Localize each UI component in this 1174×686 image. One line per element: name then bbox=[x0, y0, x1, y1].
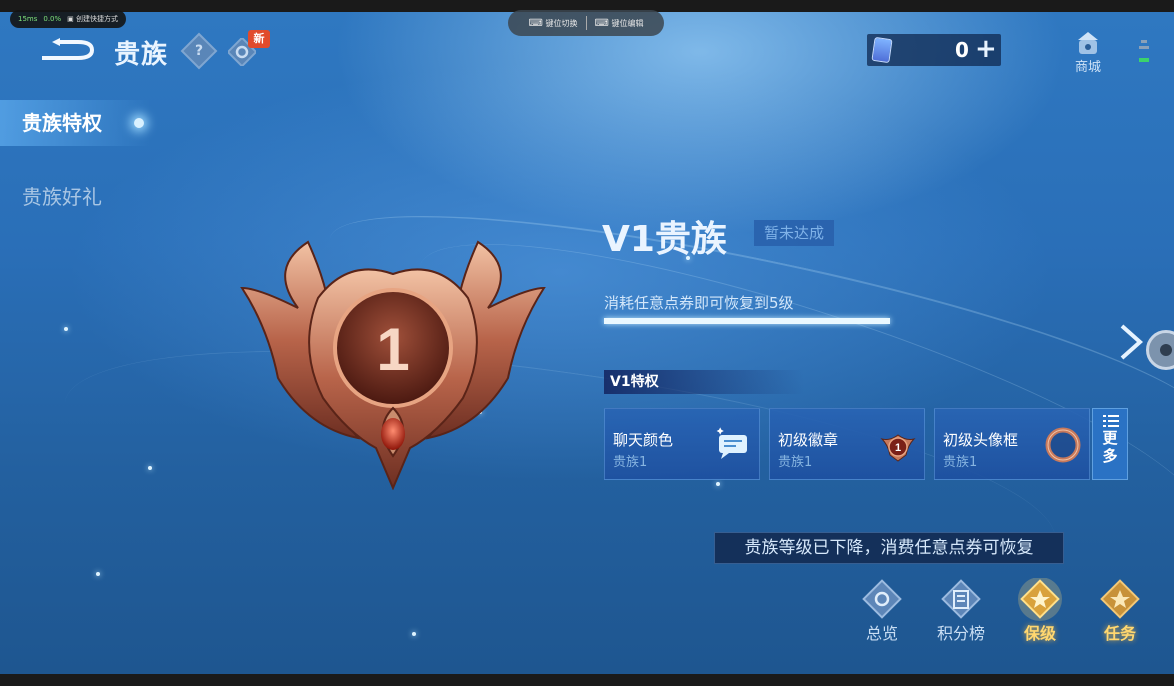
keymap-edit-button[interactable]: ⌨ 键位编辑 bbox=[595, 18, 644, 29]
shop-label: 商城 bbox=[1074, 60, 1101, 75]
chat-bubble-icon bbox=[716, 427, 747, 459]
coupon-value: 0 bbox=[955, 38, 969, 62]
retain-level-icon bbox=[1018, 578, 1062, 621]
shop-button[interactable]: 商城 bbox=[1068, 30, 1108, 75]
card-title: 聊天颜色 bbox=[613, 431, 674, 449]
keymap-edit-label: 键位编辑 bbox=[611, 18, 644, 28]
card-subtitle: 贵族1 bbox=[613, 455, 648, 470]
gamepad-icon: ⌨ bbox=[594, 17, 609, 29]
page-title: 贵族 bbox=[114, 40, 169, 70]
more-label-1: 更 bbox=[1102, 429, 1118, 447]
privilege-card-badge[interactable]: 初级徽章 贵族1 1 bbox=[769, 408, 925, 480]
shop-icon bbox=[1078, 32, 1098, 54]
game-stage bbox=[0, 12, 1174, 674]
card-title: 初级徽章 bbox=[778, 431, 839, 449]
question-icon: ? bbox=[194, 43, 204, 59]
shortcut-link[interactable]: ▣ 创建快捷方式 bbox=[67, 14, 118, 24]
ping-value: 15ms bbox=[18, 15, 38, 23]
privilege-card-avatar-frame[interactable]: 初级头像框 贵族1 bbox=[934, 408, 1090, 480]
sparkle bbox=[148, 466, 152, 470]
sparkle bbox=[716, 482, 720, 486]
nav-tasks-label: 任务 bbox=[1103, 624, 1136, 643]
overview-icon bbox=[862, 579, 902, 619]
vip-level-emblem: 1 bbox=[238, 238, 548, 491]
card-subtitle: 贵族1 bbox=[943, 455, 978, 470]
keymap-toolbar: ⌨ 键位切换 ⌨ 键位编辑 bbox=[508, 10, 664, 36]
privilege-card-chat-color[interactable]: 聊天颜色 贵族1 bbox=[604, 408, 760, 480]
restore-hint: 消耗任意点券即可恢复到5级 bbox=[604, 294, 794, 312]
signal-icon bbox=[1136, 36, 1152, 66]
level-drop-toast: 贵族等级已下降，消费任意点券可恢复 bbox=[714, 532, 1064, 564]
level-progress-bar bbox=[604, 318, 890, 324]
sidebar-item-privileges[interactable]: 贵族特权 bbox=[0, 100, 150, 146]
coupon-icon bbox=[871, 36, 893, 64]
privileges-header: V1特权 bbox=[604, 370, 804, 394]
nav-leaderboard-label: 积分榜 bbox=[936, 624, 985, 643]
card-subtitle: 贵族1 bbox=[778, 455, 813, 470]
emblem-level-number: 1 bbox=[376, 316, 409, 383]
nav-overview[interactable]: 总览 bbox=[852, 578, 912, 643]
nav-leaderboard[interactable]: 积分榜 bbox=[931, 578, 991, 643]
badge-number: 1 bbox=[895, 442, 901, 454]
vip-level-title: V1贵族 bbox=[602, 219, 727, 260]
task-icon bbox=[1100, 579, 1140, 619]
loss-value: 0.0% bbox=[43, 15, 62, 23]
shortcut-label: 创建快捷方式 bbox=[76, 15, 119, 23]
sparkle bbox=[96, 572, 100, 576]
progress-fill bbox=[604, 318, 890, 324]
card-title: 初级头像框 bbox=[943, 431, 1019, 449]
sparkle bbox=[412, 632, 416, 636]
nav-retain-level[interactable]: 保级 bbox=[1010, 578, 1070, 643]
leaderboard-icon bbox=[941, 579, 981, 619]
back-arrow-icon bbox=[42, 38, 95, 60]
status-badge: 暂未达成 bbox=[754, 220, 834, 246]
sidebar-item-gifts[interactable]: 贵族好礼 bbox=[0, 174, 150, 220]
divider bbox=[585, 16, 587, 30]
new-badge: 新 bbox=[248, 30, 270, 48]
badge-icon: 1 bbox=[880, 434, 916, 462]
nav-retain-level-label: 保级 bbox=[1023, 624, 1056, 643]
performance-overlay: 15ms 0.0% ▣ 创建快捷方式 bbox=[10, 10, 127, 28]
avatar-frame-icon bbox=[1045, 427, 1081, 463]
keymap-switch-label: 键位切换 bbox=[545, 18, 578, 28]
more-label-2: 多 bbox=[1102, 447, 1118, 465]
list-icon bbox=[1103, 415, 1119, 427]
chevron-right-icon[interactable] bbox=[1116, 322, 1146, 362]
window-bottom-bar bbox=[0, 674, 1174, 686]
coupon-balance: 0 + bbox=[867, 34, 1001, 66]
more-privileges-button[interactable]: 更 多 bbox=[1092, 408, 1128, 480]
nav-overview-label: 总览 bbox=[865, 624, 898, 643]
sparkle bbox=[64, 327, 68, 331]
keymap-switch-button[interactable]: ⌨ 键位切换 bbox=[529, 18, 578, 29]
nav-tasks[interactable]: 任务 bbox=[1090, 578, 1150, 643]
gamepad-icon: ⌨ bbox=[528, 17, 543, 29]
back-button[interactable] bbox=[38, 36, 96, 64]
recharge-plus-button[interactable]: + bbox=[975, 36, 997, 62]
